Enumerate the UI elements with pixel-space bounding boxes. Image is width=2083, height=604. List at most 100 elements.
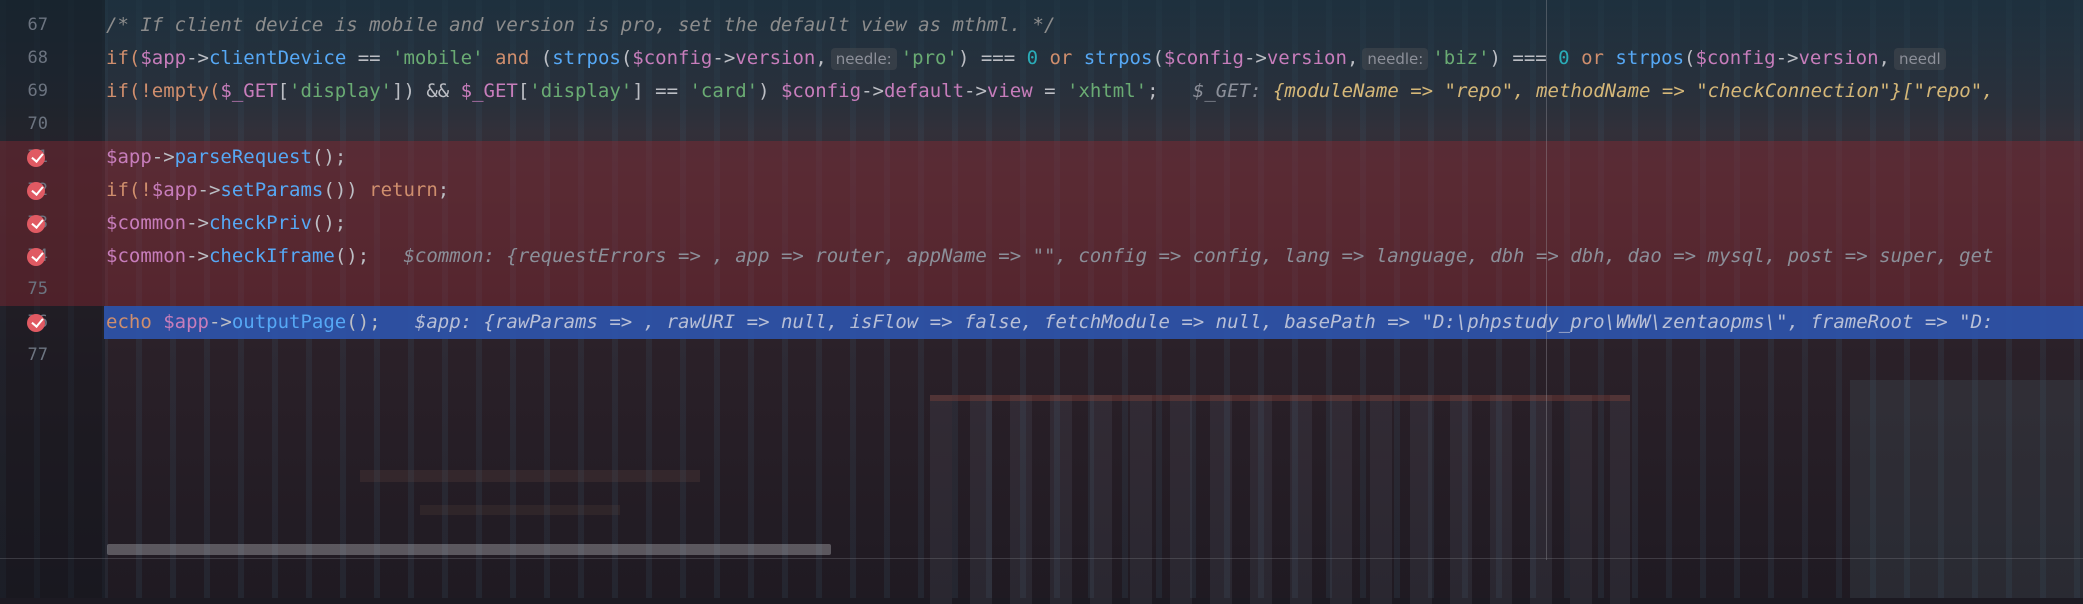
parameter-hint: needle:: [1362, 48, 1429, 70]
code-token: and: [483, 47, 541, 69]
code-token: setParams: [220, 179, 324, 201]
code-token: ] ==: [632, 80, 690, 102]
code-token: ) ===: [1489, 47, 1559, 69]
code-token: (: [620, 47, 633, 69]
inline-debug-label: $_GET:: [1192, 80, 1262, 102]
code-token: ,: [1346, 47, 1359, 69]
code-token: 0: [1558, 47, 1570, 69]
code-line-75[interactable]: 75: [0, 273, 2083, 306]
code-token: (: [1152, 47, 1164, 69]
code-token: 'pro': [900, 47, 958, 69]
code-line-72[interactable]: 72 if(!$app->setParams()) return;: [0, 174, 2083, 207]
code-token: $config: [632, 47, 713, 69]
code-token: $common: [106, 245, 187, 267]
breakpoint-icon[interactable]: [27, 314, 45, 332]
code-token: ->: [186, 212, 209, 234]
code-token: or: [1569, 47, 1616, 69]
code-line-76[interactable]: 76 echo $app->outputPage(); $app: {rawPa…: [0, 306, 2083, 339]
code-text[interactable]: $app->parseRequest();: [106, 141, 346, 174]
code-token: if(: [106, 47, 141, 69]
code-token: ->: [186, 245, 209, 267]
code-token: 'card': [689, 80, 759, 102]
code-token: $app: [151, 179, 198, 201]
code-token: strpos: [1615, 47, 1685, 69]
code-token: $config: [1163, 47, 1244, 69]
code-token: ();: [311, 146, 347, 168]
breakpoint-icon[interactable]: [27, 182, 45, 200]
code-token: (: [1684, 47, 1696, 69]
code-token: $app: [106, 146, 152, 168]
editor-bottom-border: [0, 558, 2083, 559]
code-text[interactable]: if(!$app->setParams()) return;: [106, 174, 449, 207]
code-token: 'xhtml': [1067, 80, 1148, 102]
code-token: ()): [323, 179, 370, 201]
code-token: 'biz': [1432, 47, 1490, 69]
code-line-74[interactable]: 74 $common->checkIframe(); $common: {req…: [0, 240, 2083, 273]
code-token: [: [277, 80, 290, 102]
comment: /* If client device is mobile and versio…: [106, 14, 1056, 36]
background-art: [360, 470, 700, 482]
code-token: 'mobile': [392, 47, 484, 69]
code-line-73[interactable]: 73 $common->checkPriv();: [0, 207, 2083, 240]
code-token: strpos: [552, 47, 621, 69]
line-number: 75: [27, 279, 48, 299]
code-token: 'display': [289, 80, 392, 102]
breakpoint-icon[interactable]: [27, 149, 45, 167]
parameter-hint: needle:: [830, 48, 897, 70]
code-token: ==: [346, 47, 393, 69]
code-token: version: [1798, 47, 1879, 69]
code-token: ,: [815, 47, 827, 69]
code-token: default: [883, 80, 965, 102]
code-token: ->: [1243, 47, 1267, 69]
code-token: ->: [712, 47, 736, 69]
code-token: (: [540, 47, 553, 69]
code-token: =: [1032, 80, 1068, 102]
code-token: ->: [186, 47, 209, 69]
code-text[interactable]: if($app->clientDevice == 'mobile' and (s…: [106, 42, 1950, 76]
code-token: ;: [437, 179, 450, 201]
code-token: $config: [780, 80, 862, 102]
code-text[interactable]: $common->checkIframe(); $common: {reques…: [106, 240, 1994, 273]
code-token: $config: [1695, 47, 1776, 69]
code-token: $common: [106, 212, 187, 234]
code-text[interactable]: $common->checkPriv();: [106, 207, 346, 240]
code-line-77[interactable]: 77: [0, 339, 2083, 372]
code-token: view: [986, 80, 1033, 102]
code-token: strpos: [1083, 47, 1153, 69]
code-text[interactable]: echo $app->outputPage(); $app: {rawParam…: [106, 306, 1993, 339]
code-token: ();: [346, 311, 381, 333]
line-number: 77: [27, 345, 48, 365]
parameter-hint: needl: [1893, 48, 1946, 70]
code-text[interactable]: if(!empty($_GET['display']) && $_GET['di…: [106, 75, 1994, 108]
code-token: if(!empty(: [106, 80, 221, 102]
horizontal-scrollbar[interactable]: [107, 544, 831, 555]
code-token: ();: [311, 212, 347, 234]
code-token: if(!: [106, 179, 152, 201]
code-text[interactable]: /* If client device is mobile and versio…: [106, 9, 1055, 42]
code-line-69[interactable]: 69 if(!empty($_GET['display']) && $_GET[…: [0, 75, 2083, 108]
code-token: $app: [140, 47, 187, 69]
code-token: ->: [1775, 47, 1799, 69]
code-token: ]) &&: [392, 80, 461, 102]
inline-debug-value[interactable]: {moduleName => "repo", methodName => "ch…: [1273, 80, 1994, 102]
code-line-70[interactable]: 70: [0, 108, 2083, 141]
code-token: echo: [106, 311, 164, 333]
code-token: checkPriv: [208, 212, 312, 234]
right-margin-guide: [1546, 0, 1547, 560]
code-token: ,: [1878, 47, 1890, 69]
code-token: parseRequest: [174, 146, 312, 168]
code-token: checkIframe: [208, 245, 335, 267]
code-token: ->: [197, 179, 221, 201]
code-line-67[interactable]: 67 /* If client device is mobile and ver…: [0, 9, 2083, 42]
inline-debug-value[interactable]: $app: {rawParams => , rawURI => null, is…: [415, 311, 1994, 333]
code-token: 'display': [529, 80, 633, 102]
code-line-68[interactable]: 68 if($app->clientDevice == 'mobile' and…: [0, 42, 2083, 75]
breakpoint-icon[interactable]: [27, 215, 45, 233]
inline-debug-value[interactable]: $common: {requestErrors => , app => rout…: [403, 245, 1993, 267]
line-number: 67: [27, 15, 48, 35]
breakpoint-icon[interactable]: [27, 248, 45, 266]
code-line-71[interactable]: 71 $app->parseRequest();: [0, 141, 2083, 174]
code-token: [: [517, 80, 530, 102]
background-art: [930, 395, 1630, 604]
code-token: ->: [151, 146, 175, 168]
